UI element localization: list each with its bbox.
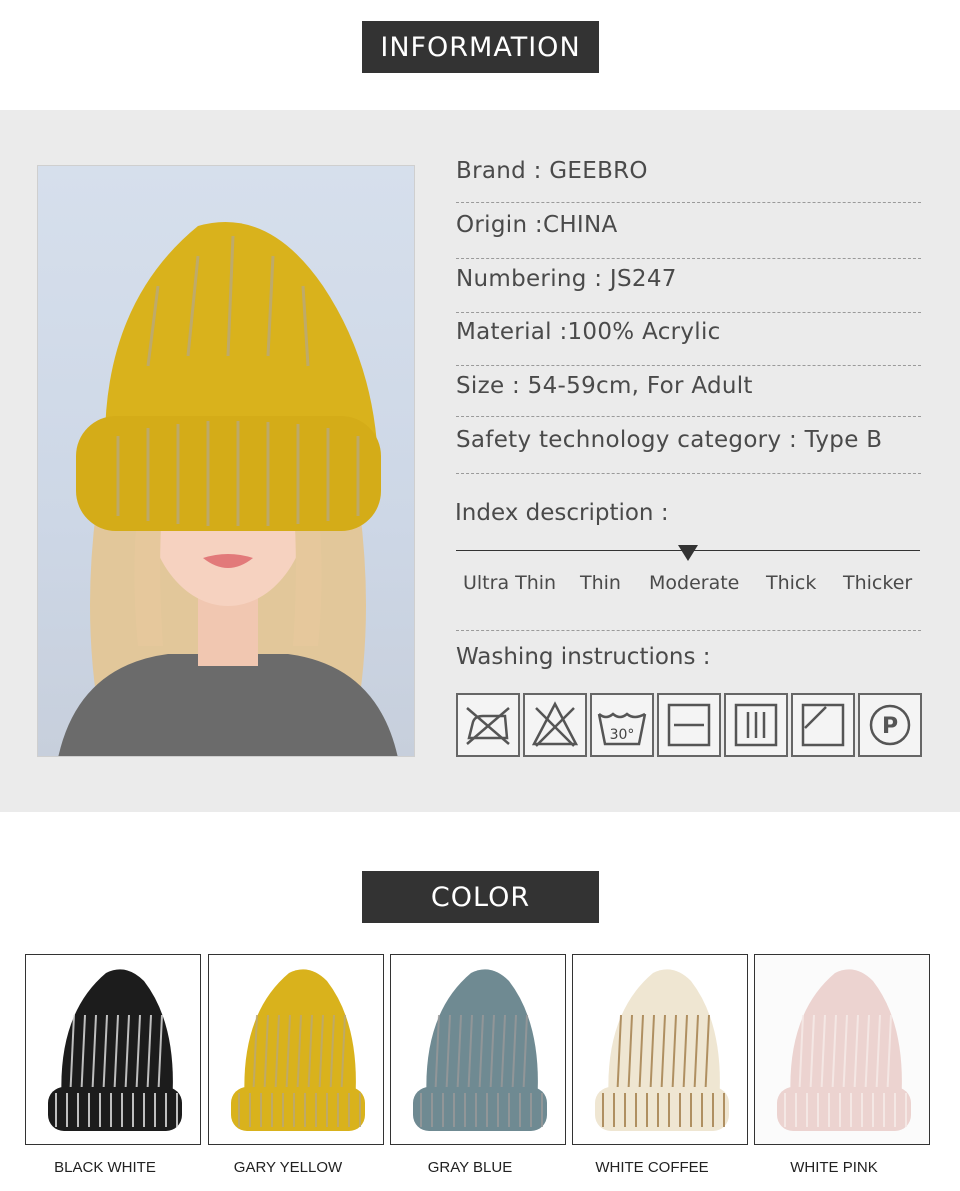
spec-numbering: Numbering : JS247 bbox=[456, 266, 921, 313]
hat-image bbox=[595, 969, 729, 1131]
model-illustration bbox=[58, 222, 398, 756]
information-heading: INFORMATION bbox=[362, 21, 599, 73]
wash-temp-label: 30° bbox=[610, 727, 635, 743]
spec-size: Size : 54-59cm, For Adult bbox=[456, 373, 921, 417]
color-heading: COLOR bbox=[362, 871, 599, 923]
wash-30-icon: 30° bbox=[590, 693, 654, 757]
index-level-thin: Thin bbox=[580, 572, 621, 594]
hat-image bbox=[48, 969, 182, 1131]
color-label-0: BLACK WHITE bbox=[54, 1159, 156, 1176]
washing-title: Washing instructions : bbox=[456, 644, 711, 670]
color-swatch-2[interactable] bbox=[390, 954, 566, 1145]
spec-safety: Safety technology category : Type B bbox=[456, 427, 921, 474]
index-marker-icon bbox=[678, 545, 698, 561]
dry-flat-icon bbox=[657, 693, 721, 757]
index-level-thick: Thick bbox=[766, 572, 817, 594]
model-photo bbox=[37, 165, 415, 757]
do-not-bleach-icon bbox=[523, 693, 587, 757]
spec-material: Material :100% Acrylic bbox=[456, 319, 921, 366]
spec-brand: Brand : GEEBRO bbox=[456, 158, 921, 203]
hat-image bbox=[777, 969, 911, 1131]
hat-image bbox=[231, 969, 365, 1131]
color-label-4: WHITE PINK bbox=[790, 1159, 878, 1176]
index-title: Index description : bbox=[455, 500, 669, 526]
dry-clean-p-icon: P bbox=[858, 693, 922, 757]
dry-in-shade-icon bbox=[791, 693, 855, 757]
drip-dry-icon bbox=[724, 693, 788, 757]
hat-image bbox=[413, 969, 547, 1131]
color-label-3: WHITE COFFEE bbox=[595, 1159, 709, 1176]
index-level-thicker: Thicker bbox=[843, 572, 913, 594]
dry-clean-letter: P bbox=[882, 714, 898, 739]
index-divider bbox=[456, 630, 921, 631]
color-swatch-4[interactable] bbox=[754, 954, 930, 1145]
color-swatch-1[interactable] bbox=[208, 954, 384, 1145]
color-label-2: GRAY BLUE bbox=[427, 1159, 513, 1176]
index-level-ultra-thin: Ultra Thin bbox=[463, 572, 557, 594]
color-swatch-3[interactable] bbox=[572, 954, 748, 1145]
spec-origin: Origin :CHINA bbox=[456, 212, 921, 259]
do-not-iron-icon bbox=[456, 693, 520, 757]
color-label-1: GARY YELLOW bbox=[233, 1159, 343, 1176]
color-swatch-0[interactable] bbox=[25, 954, 201, 1145]
index-level-moderate: Moderate bbox=[649, 572, 740, 594]
